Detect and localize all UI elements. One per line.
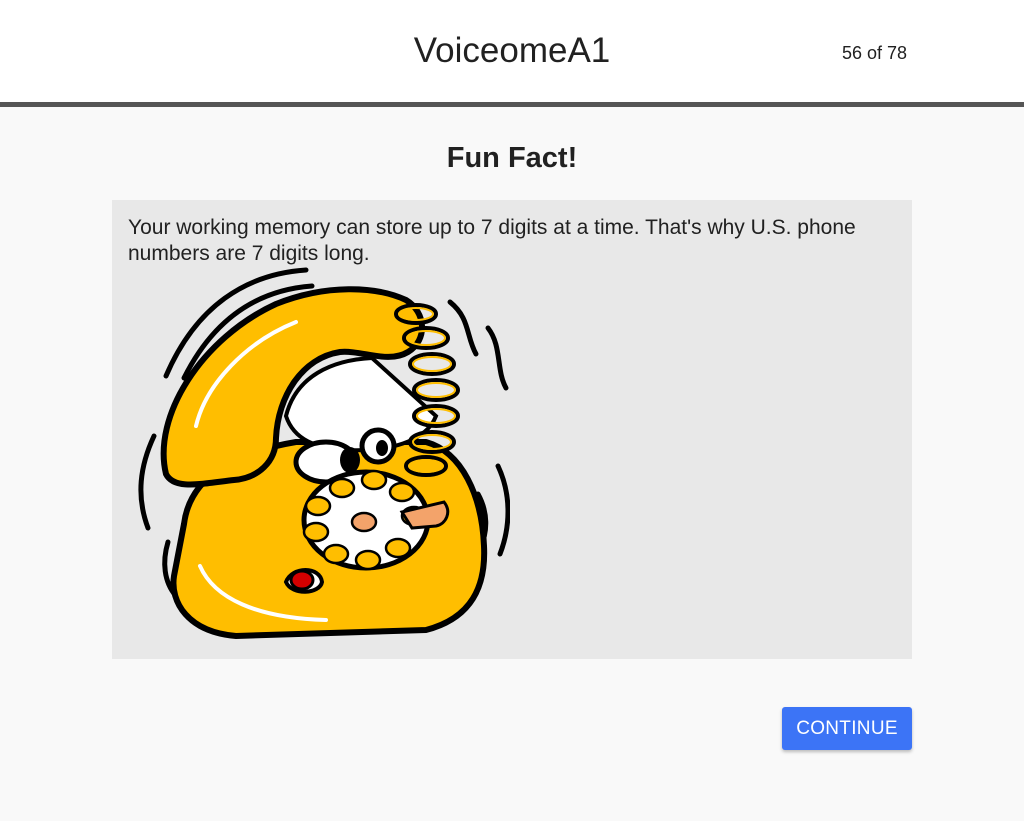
app-header: VoiceomeA1 56 of 78: [0, 0, 1024, 107]
progress-counter: 56 of 78: [841, 43, 907, 63]
fun-fact-text: Your working memory can store up to 7 di…: [128, 216, 856, 265]
continue-button[interactable]: CONTINUE: [782, 707, 912, 750]
fun-fact-card: Your working memory can store up to 7 di…: [112, 200, 912, 659]
rotary-phone-icon: [138, 267, 510, 639]
page-title: Fun Fact!: [446, 142, 578, 174]
